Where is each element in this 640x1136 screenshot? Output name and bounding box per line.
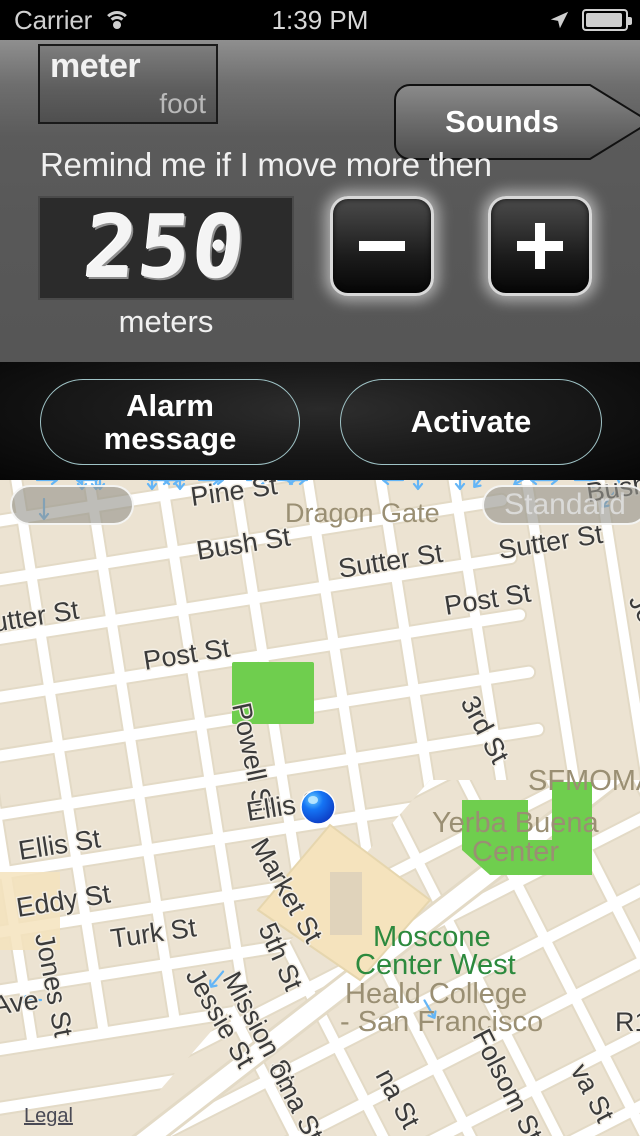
user-location-dot [300,789,336,825]
unit-selected-label: meter [50,47,141,85]
distance-display: 250 [38,196,294,300]
action-band: Alarm message Activate [0,362,640,480]
alarm-message-line-2: message [103,421,237,456]
remind-instruction-label: Remind me if I move more then [40,146,492,183]
map-street-label: Center West [355,949,516,981]
distance-unit-label: meters [118,304,214,339]
map-street-label: Dragon Gate [285,498,440,528]
clock-label: 1:39 PM [271,4,369,35]
unit-alternate-label: foot [159,88,206,119]
map-street-label: Center [472,836,559,868]
map-type-button[interactable]: Standard [482,485,640,525]
increment-button[interactable] [488,196,592,296]
map-canvas: Pine StDragon GateBush StBushSutter StSu… [0,480,640,1136]
plus-icon [517,223,563,269]
map-chip-left[interactable] [10,485,134,525]
alarm-message-line-1: Alarm [126,387,214,423]
location-arrow-icon [550,11,569,29]
control-panel: meter foot Sounds Remind me if I move mo… [0,40,640,362]
map-view[interactable]: Pine StDragon GateBush StBushSutter StSu… [0,480,640,1136]
unit-toggle-button[interactable]: meter foot [38,44,218,124]
alarm-message-button[interactable]: Alarm message [40,379,300,465]
map-street-label: - San Francisco [340,1006,543,1038]
decrement-button[interactable] [330,196,434,296]
app-root: Carrier 1:39 PM meter foot Sounds Remind… [0,0,640,1136]
map-street-label: SFMOMA [528,765,640,797]
status-bar-right [548,9,632,31]
activate-button-label: Activate [410,404,532,440]
status-bar: Carrier 1:39 PM [0,0,640,40]
distance-value: 250 [80,198,252,298]
map-street-label: Yerba Buena [432,807,600,839]
activate-button[interactable]: Activate [340,379,602,465]
alarm-message-button-label: Alarm message [103,387,237,456]
minus-icon [359,223,405,269]
legal-link[interactable]: Legal [24,1105,73,1128]
battery-icon [582,9,632,31]
map-street-label: R1 [615,1007,640,1037]
